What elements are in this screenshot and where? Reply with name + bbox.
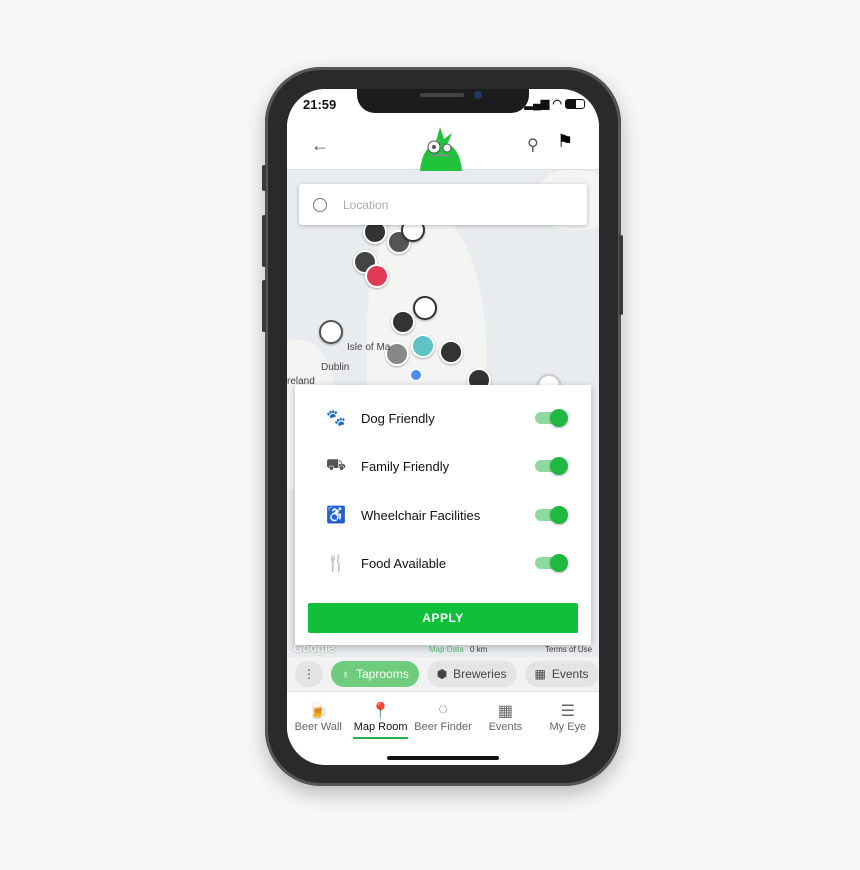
filter-label: Wheelchair Facilities: [361, 507, 481, 523]
menu-icon: ☰: [560, 702, 575, 720]
search-icon[interactable]: ⚲: [527, 135, 539, 155]
filter-label: Food Available: [361, 555, 447, 571]
location-placeholder: Location: [343, 197, 389, 212]
silent-switch: [262, 165, 266, 191]
screen: 21:59 ▂▄▆ ◠ ← ⚲ ⚑ Isle of Ma Dublin rela…: [287, 89, 599, 765]
app-header: ← ⚲ ⚑: [287, 119, 599, 171]
map-pin-icon: 📍: [370, 702, 391, 720]
filter-label: Dog Friendly: [361, 410, 435, 426]
family-friendly-toggle[interactable]: [535, 457, 568, 475]
apply-button[interactable]: APPLY: [308, 603, 578, 633]
food-toggle[interactable]: [535, 554, 568, 572]
tab-beer-finder[interactable]: ◌ Beer Finder: [412, 692, 474, 741]
tab-beer-wall[interactable]: 🍺 Beer Wall: [287, 692, 349, 741]
volume-up-button: [262, 215, 266, 267]
filter-row-wheelchair[interactable]: ♿ Wheelchair Facilities: [295, 500, 591, 530]
fork-knife-icon: 🍴: [326, 555, 346, 572]
category-chips: ⋮ ♁ Taprooms ⬢ Breweries ▦ Events: [287, 657, 599, 691]
current-location-dot: [409, 368, 423, 382]
tab-map-room[interactable]: 📍 Map Room: [349, 692, 411, 741]
map-label-isle-of-man: Isle of Ma: [347, 342, 391, 353]
filter-panel: 🐾 Dog Friendly ⛟ Family Friendly ♿ Wheelcha…: [295, 385, 591, 645]
chip-label: Taprooms: [356, 667, 409, 681]
tab-label: Beer Finder: [414, 720, 472, 733]
tap-icon: ♁: [341, 667, 350, 681]
stroller-icon: ⛟: [325, 457, 347, 474]
calendar-icon: ▦: [534, 667, 546, 681]
battery-icon: [565, 99, 585, 110]
terms-of-use-link[interactable]: Terms of Use: [545, 645, 592, 654]
tab-label: My Eye: [549, 720, 587, 733]
chip-taprooms[interactable]: ♁ Taprooms: [331, 661, 419, 687]
mascot-logo-icon: [420, 127, 462, 171]
kebab-icon: ⋮: [303, 667, 315, 681]
map-data-link[interactable]: Map Data: [429, 645, 464, 654]
chip-events[interactable]: ▦ Events: [524, 661, 599, 687]
power-button: [619, 235, 623, 315]
tab-my-eye[interactable]: ☰ My Eye: [537, 692, 599, 741]
bottom-tab-bar: 🍺 Beer Wall 📍 Map Room ◌ Beer Finder ▦ Event…: [287, 691, 599, 741]
tab-label: Map Room: [353, 720, 408, 733]
paw-icon: 🐾: [326, 410, 346, 427]
wheelchair-toggle[interactable]: [535, 506, 568, 524]
finder-icon: ◌: [438, 700, 448, 718]
filter-row-food[interactable]: 🍴 Food Available: [295, 548, 591, 578]
status-icons: ▂▄▆ ◠: [525, 97, 585, 110]
search-location-icon: [313, 197, 327, 212]
filter-row-family-friendly[interactable]: ⛟ Family Friendly: [295, 451, 591, 481]
chip-label: Breweries: [453, 667, 507, 681]
wifi-icon: ◠: [552, 98, 562, 110]
dog-friendly-toggle[interactable]: [535, 409, 568, 427]
tab-events[interactable]: ▦ Events: [474, 692, 536, 741]
wheelchair-icon: ♿: [326, 507, 346, 524]
more-options-button[interactable]: ⋮: [295, 661, 323, 687]
profile-monocle-icon[interactable]: ⚑: [557, 131, 573, 152]
tab-label: Events: [488, 720, 523, 733]
beer-glass-icon: 🍺: [308, 702, 329, 720]
chip-label: Events: [551, 667, 589, 681]
tab-label: Beer Wall: [294, 720, 342, 733]
status-time: 21:59: [303, 97, 337, 112]
location-search-input[interactable]: Location: [299, 184, 587, 225]
back-arrow-icon[interactable]: ←: [311, 135, 329, 156]
filter-row-dog-friendly[interactable]: 🐾 Dog Friendly: [295, 403, 591, 433]
map-scale: 0 km: [470, 645, 488, 654]
notch: [357, 89, 529, 113]
filter-label: Family Friendly: [361, 458, 450, 474]
hop-icon: ⬢: [436, 667, 448, 681]
chip-breweries[interactable]: ⬢ Breweries: [426, 661, 517, 687]
map-label-dublin: Dublin: [321, 362, 350, 373]
calendar-icon: ▦: [497, 702, 513, 720]
volume-down-button: [262, 280, 266, 332]
home-indicator[interactable]: [387, 756, 499, 760]
